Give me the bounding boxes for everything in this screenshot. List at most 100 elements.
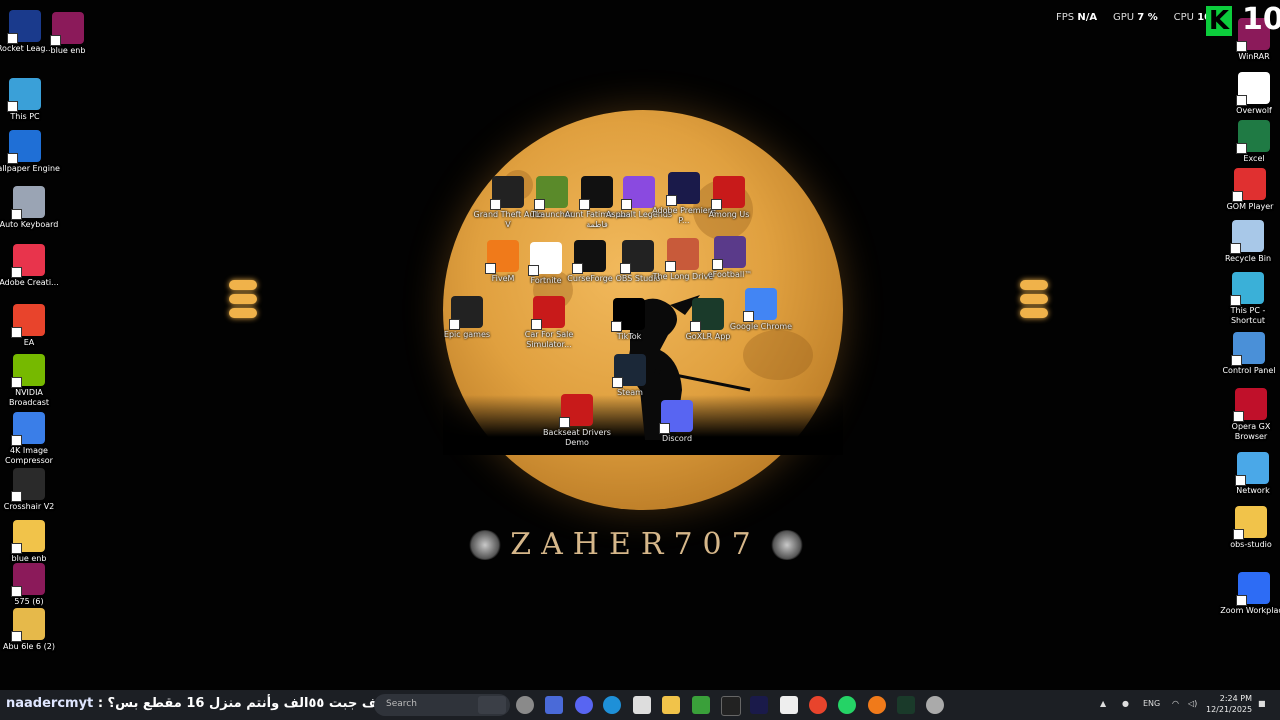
app-icon-1[interactable] xyxy=(516,696,534,714)
chevron-up-icon[interactable]: ▲ xyxy=(1100,699,1106,708)
desktop-left-shortcut[interactable]: EA xyxy=(0,304,64,348)
desktop-left-shortcut[interactable]: blue enb xyxy=(33,12,103,56)
cfs-icon xyxy=(531,296,565,330)
ticker-user: naadercmyt xyxy=(6,696,94,711)
zoom-icon xyxy=(1236,572,1270,606)
file-taskbar-icon[interactable] xyxy=(780,696,798,714)
icon-label: Google Chrome xyxy=(729,322,793,331)
file-explorer-icon[interactable] xyxy=(662,696,680,714)
desktop-left-shortcut[interactable]: Auto Keyboard xyxy=(0,186,64,230)
desktop-center-shortcut[interactable]: Backseat Drivers Demo xyxy=(542,394,612,448)
adobe-cc-icon xyxy=(11,244,45,278)
nvidia-broadcast-icon xyxy=(11,354,45,388)
gpu-value: 7 % xyxy=(1137,12,1158,23)
shortcut-arrow-icon xyxy=(50,35,61,46)
desktop-center-shortcut[interactable]: Car For Sale Simulator... xyxy=(514,296,584,350)
desktop-center-shortcut[interactable]: Steam xyxy=(595,354,665,398)
settings-taskbar-icon[interactable] xyxy=(926,696,944,714)
desktop-right-shortcut[interactable]: Overwolf xyxy=(1219,72,1280,116)
icon-label: 4K Image Compressor xyxy=(5,446,53,465)
notification-icon[interactable]: ■ xyxy=(1258,699,1266,708)
overlay-ten: 10 xyxy=(1242,2,1280,37)
shortcut-arrow-icon xyxy=(621,199,632,210)
excel-icon xyxy=(1236,120,1270,154)
discord-taskbar-icon[interactable] xyxy=(575,696,593,714)
discord-icon xyxy=(659,400,693,434)
recycle-bin-icon xyxy=(1230,220,1264,254)
curseforge-icon xyxy=(572,240,606,274)
shortcut-arrow-icon xyxy=(1231,355,1242,366)
store-icon[interactable] xyxy=(633,696,651,714)
clock[interactable]: 2:24 PM 12/21/2025 xyxy=(1206,693,1252,715)
xbox-icon[interactable] xyxy=(692,696,710,714)
shortcut-arrow-icon xyxy=(572,263,583,274)
desktop-left-shortcut[interactable]: 575 (6) xyxy=(0,563,64,607)
desktop-center-shortcut[interactable]: Discord xyxy=(642,400,712,444)
icon-label: TikTok xyxy=(616,332,642,341)
desktop-left-shortcut[interactable]: NVIDIA Broadcast xyxy=(0,354,64,408)
desktop-right-shortcut[interactable]: obs-studio xyxy=(1216,506,1280,550)
wifi-icon[interactable]: ◠ xyxy=(1172,699,1179,708)
volume-icon[interactable]: ◁) xyxy=(1188,699,1197,708)
desktop-right-shortcut[interactable]: Network xyxy=(1218,452,1280,496)
desktop-right-shortcut[interactable]: Recycle Bin xyxy=(1213,220,1280,264)
desktop-left-shortcut[interactable]: 4K Image Compressor xyxy=(0,412,64,466)
language-indicator[interactable]: ENG xyxy=(1143,699,1160,708)
fivem-taskbar-icon[interactable] xyxy=(868,696,886,714)
icon-label: Excel xyxy=(1243,154,1265,163)
desktop-center-shortcut[interactable]: Epic games xyxy=(432,296,502,340)
desktop[interactable]: ZAHER707 Rocket Leag...blue enbThis PCWa… xyxy=(0,0,1280,690)
shortcut-arrow-icon xyxy=(559,417,570,428)
ea-taskbar-icon[interactable] xyxy=(809,696,827,714)
desktop-right-shortcut[interactable]: Control Panel xyxy=(1214,332,1280,376)
microphone-icon[interactable]: ● xyxy=(1122,699,1129,708)
icon-label: NVIDIA Broadcast xyxy=(8,388,50,407)
icon-label: Crosshair V2 xyxy=(3,502,55,511)
desktop-center-shortcut[interactable]: Google Chrome xyxy=(726,288,796,332)
shortcut-arrow-icon xyxy=(11,543,22,554)
taskbar: naadercmyt : ولا دقيقة كيف جبت ٥٥الف وأن… xyxy=(0,690,1280,720)
icon-label: Zoom Workplace xyxy=(1220,606,1280,615)
desktop-right-shortcut[interactable]: GOM Player xyxy=(1215,168,1280,212)
desktop-left-shortcut[interactable]: Crosshair V2 xyxy=(0,468,64,512)
desktop-left-shortcut[interactable]: blue enb xyxy=(0,520,64,564)
desktop-left-shortcut[interactable]: Adobe Creati... xyxy=(0,244,64,288)
desktop-center-shortcut[interactable]: TikTok xyxy=(594,298,664,342)
desktop-left-shortcut[interactable]: This PC xyxy=(0,78,60,122)
icon-label: Overwolf xyxy=(1236,106,1272,115)
folder-icon xyxy=(11,608,45,642)
shortcut-arrow-icon xyxy=(1232,191,1243,202)
shortcut-arrow-icon xyxy=(1230,295,1241,306)
whatsapp-icon[interactable] xyxy=(838,696,856,714)
goxlr-taskbar-icon[interactable] xyxy=(897,696,915,714)
edge-icon[interactable] xyxy=(603,696,621,714)
icon-label: Car For Sale Simulator... xyxy=(524,330,574,349)
shortcut-arrow-icon xyxy=(620,263,631,274)
control-panel-icon xyxy=(1231,332,1265,366)
icon-label: Wallpaper Engine xyxy=(0,164,60,173)
desktop-left-shortcut[interactable]: Abu 6le 6 (2) xyxy=(0,608,64,652)
icon-label: EA xyxy=(23,338,35,347)
shortcut-arrow-icon xyxy=(712,259,723,270)
goxlr-icon xyxy=(690,298,724,332)
desktop-right-shortcut[interactable]: Zoom Workplace xyxy=(1219,572,1280,616)
desktop-left-shortcut[interactable]: Wallpaper Engine xyxy=(0,130,60,174)
desktop-right-shortcut[interactable]: Excel xyxy=(1219,120,1280,164)
shortcut-arrow-icon xyxy=(490,199,501,210)
task-view-icon[interactable] xyxy=(545,696,563,714)
search-highlight-icon[interactable] xyxy=(478,696,506,714)
premiere-taskbar-icon[interactable] xyxy=(750,696,768,714)
fps-value: N/A xyxy=(1077,12,1098,23)
desktop-right-shortcut[interactable]: Opera GX Browser xyxy=(1216,388,1280,442)
among-us-icon xyxy=(711,176,745,210)
shortcut-arrow-icon xyxy=(711,199,722,210)
desktop-center-shortcut[interactable]: Among Us xyxy=(694,176,764,220)
icon-label: Among Us xyxy=(708,210,750,219)
shortcut-arrow-icon xyxy=(1235,475,1246,486)
desktop-center-shortcut[interactable]: eFootball™ xyxy=(695,236,765,280)
epic-taskbar-icon[interactable] xyxy=(721,696,741,716)
shortcut-arrow-icon xyxy=(11,586,22,597)
desktop-right-shortcut[interactable]: This PC - Shortcut xyxy=(1213,272,1280,326)
keyboard-icon xyxy=(11,186,45,220)
shortcut-arrow-icon xyxy=(449,319,460,330)
